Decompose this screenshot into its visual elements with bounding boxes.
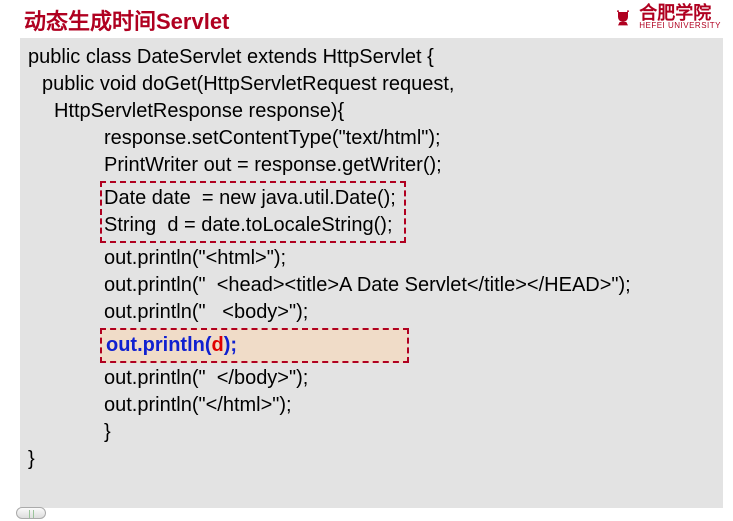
- slide-header: 动态生成时间Servlet 合肥学院 HEFEI UNIVERSITY: [0, 0, 733, 38]
- code-line: response.setContentType("text/html");: [28, 125, 715, 152]
- code-line: String d = date.toLocaleString();: [104, 212, 396, 239]
- code-line: Date date = new java.util.Date();: [104, 185, 396, 212]
- code-line: PrintWriter out = response.getWriter();: [28, 152, 715, 179]
- scrollbar-thumb[interactable]: [16, 507, 46, 519]
- logo-subtext: HEFEI UNIVERSITY: [639, 22, 721, 30]
- highlight-box-output: out.println(d);: [100, 328, 409, 363]
- highlight-box-date: Date date = new java.util.Date(); String…: [100, 181, 406, 243]
- code-line: out.println(" </body>");: [28, 365, 715, 392]
- code-line: out.println(" <body>");: [28, 299, 715, 326]
- tripod-icon: [613, 7, 633, 27]
- code-line: out.println("<html>");: [28, 245, 715, 272]
- university-logo: 合肥学院 HEFEI UNIVERSITY: [613, 4, 721, 30]
- code-line: out.println(" <head><title>A Date Servle…: [28, 272, 715, 299]
- code-token-blue: );: [224, 334, 237, 356]
- code-line: public void doGet(HttpServletRequest req…: [28, 71, 715, 98]
- slide: 动态生成时间Servlet 合肥学院 HEFEI UNIVERSITY publ…: [0, 0, 733, 521]
- code-line: public class DateServlet extends HttpSer…: [28, 44, 715, 71]
- slide-title: 动态生成时间Servlet: [24, 4, 229, 36]
- logo-text: 合肥学院: [639, 4, 721, 22]
- code-line: HttpServletResponse response){: [28, 98, 715, 125]
- code-line: out.println("</html>");: [28, 392, 715, 419]
- code-token-blue: out.println(: [106, 334, 212, 356]
- code-line: }: [28, 419, 715, 446]
- code-block: public class DateServlet extends HttpSer…: [20, 38, 723, 508]
- logo-text-block: 合肥学院 HEFEI UNIVERSITY: [639, 4, 721, 30]
- code-token-red: d: [212, 334, 224, 356]
- code-line: }: [28, 446, 715, 473]
